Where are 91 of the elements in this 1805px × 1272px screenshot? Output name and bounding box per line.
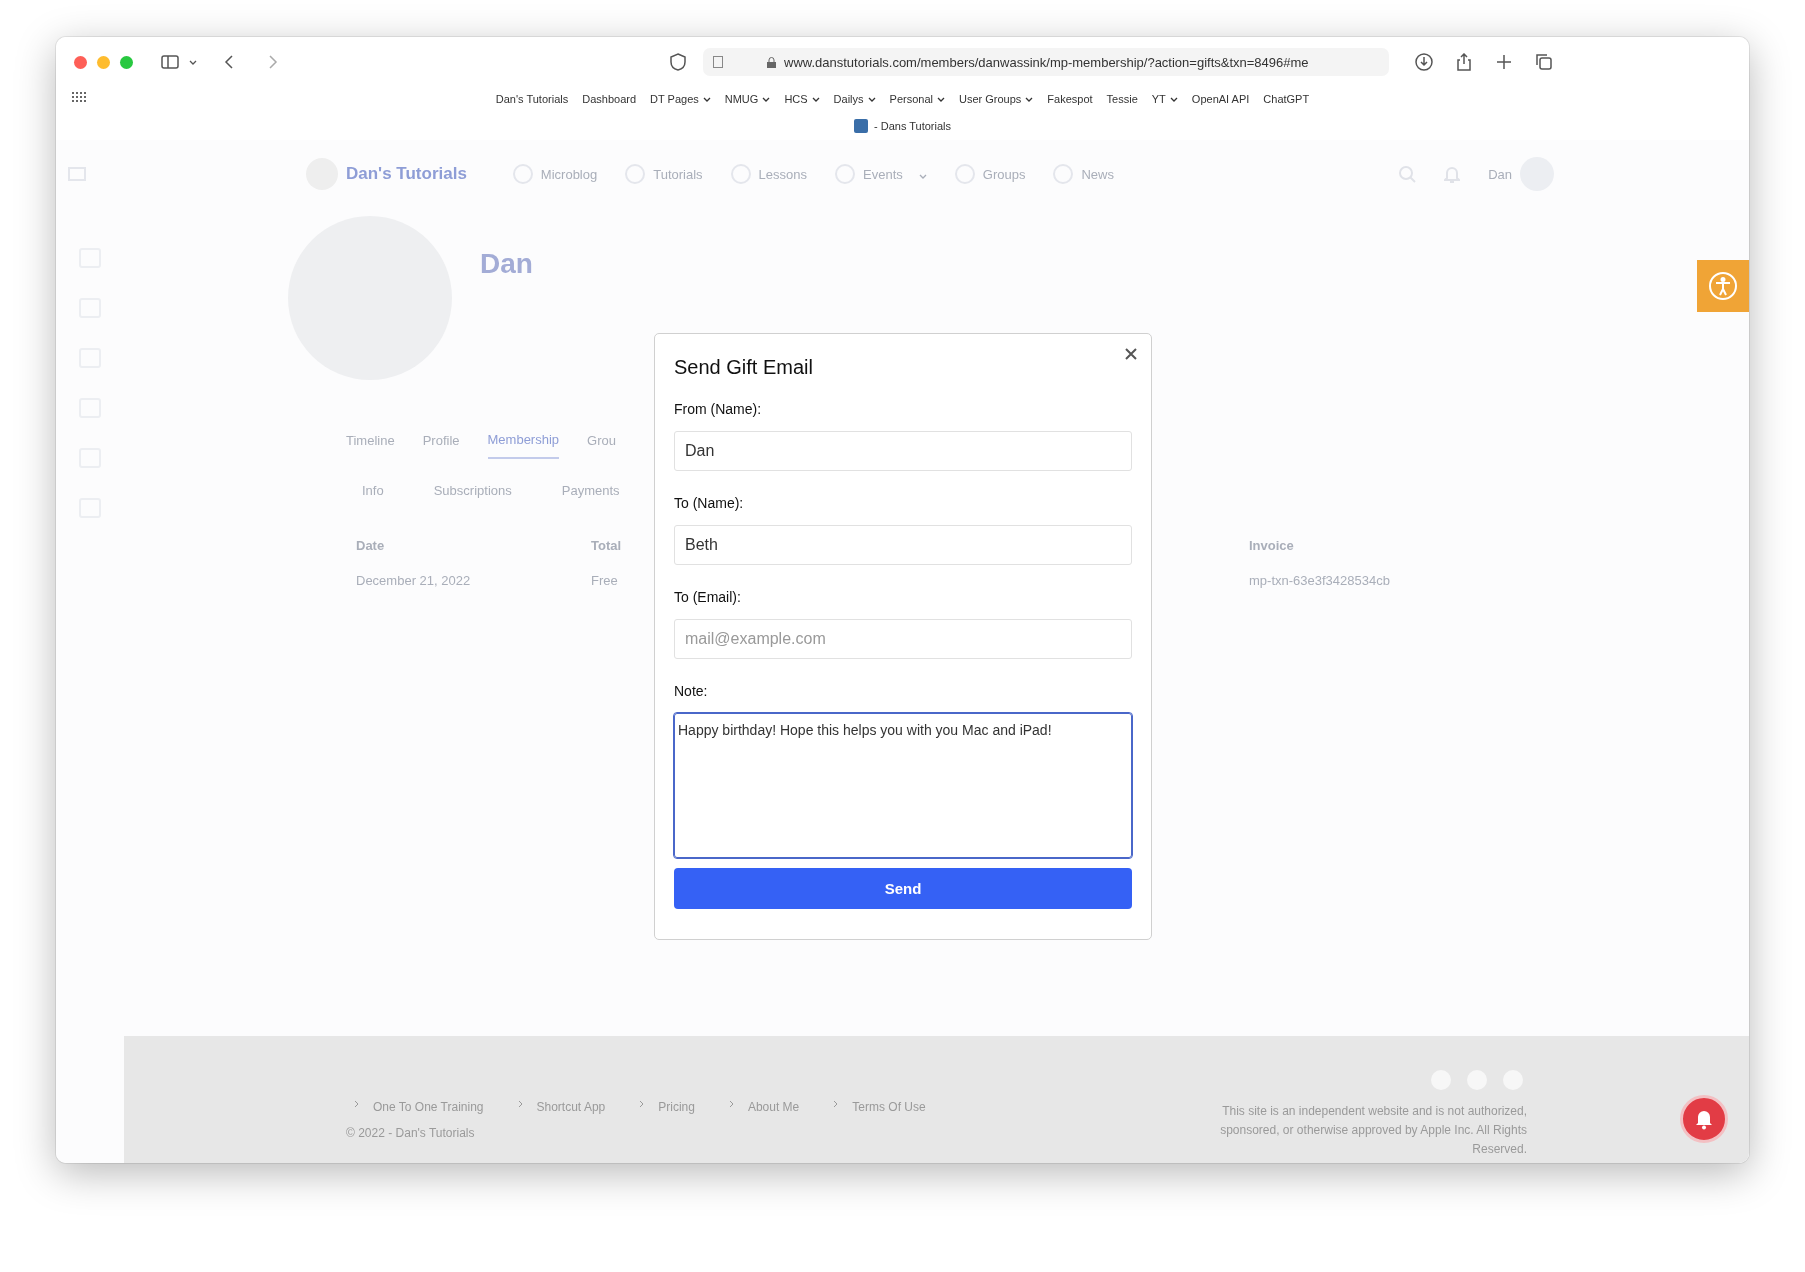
shield-icon[interactable] (669, 53, 687, 71)
caret-icon (811, 96, 820, 102)
table-cell: December 21, 2022 (356, 573, 471, 588)
column-header: Invoice (1249, 538, 1294, 553)
footer-link[interactable]: Shortcut App (536, 1100, 606, 1114)
caret-icon (918, 173, 927, 179)
subtab[interactable]: Info (362, 483, 384, 498)
apps-grid-icon[interactable] (72, 92, 86, 102)
bookmark-item[interactable]: Personal (889, 93, 945, 105)
disclaimer-text: This site is an independent website and is not authorized, sponsored, or otherwise approved by Apple Inc. All Rights Reserved. (1219, 1103, 1527, 1158)
url-text: www.danstutorials.com/members/danwassink/mp-membership/?action=gifts&txn=8496#me (784, 54, 1309, 70)
nav-icon (835, 164, 855, 184)
lock-icon (767, 56, 776, 68)
tabs-overview-icon[interactable] (1535, 53, 1553, 71)
profile-tab[interactable]: Membership (487, 432, 560, 459)
caret-icon (867, 96, 876, 102)
chevron-icon (517, 1100, 523, 1108)
nav-icon (1053, 164, 1074, 184)
nav-item[interactable]: Tutorials (625, 164, 703, 184)
site-logo-text[interactable]: Dan's Tutorials (346, 164, 467, 184)
subtab[interactable]: Payments (561, 483, 620, 498)
search-icon[interactable] (1398, 165, 1417, 183)
field-label: To (Name): (674, 495, 745, 511)
table-cell: Free (591, 573, 618, 588)
caret-icon (1025, 96, 1034, 102)
copyright-text: © 2022 - Dan's Tutorials (346, 1126, 475, 1140)
column-header: Total (591, 538, 622, 553)
chevron-icon (639, 1100, 645, 1108)
address-bar[interactable]: www.danstutorials.com/members/danwassink/mp-membership/?action=gifts&txn=8496#me (703, 48, 1389, 76)
caret-icon (937, 96, 945, 102)
nav-icon (954, 164, 975, 184)
caret-icon (189, 59, 197, 65)
bookmark-item[interactable]: Tessie (1106, 93, 1138, 105)
nav-item[interactable]: Lessons (730, 164, 807, 184)
profile-tab[interactable]: Profile (422, 432, 460, 459)
bookmark-item[interactable]: User Groups (959, 93, 1034, 105)
dialog-title: Send Gift Email (674, 356, 814, 379)
input-field[interactable]: Beth (674, 525, 1132, 565)
nav-item[interactable]: Events (835, 164, 927, 184)
tab-title[interactable]: - Dans Tutorials (874, 119, 951, 132)
chevron-icon (354, 1100, 359, 1108)
caret-icon (762, 96, 771, 102)
column-header: Date (356, 538, 385, 553)
bookmark-item[interactable]: OpenAI API (1191, 93, 1250, 105)
nav-item[interactable]: News (1053, 164, 1114, 184)
send-button[interactable]: Send (674, 868, 1132, 909)
field-label: Note: (674, 683, 709, 699)
page-icon (713, 56, 723, 68)
bookmark-item[interactable]: Fakespot (1047, 93, 1093, 105)
sidebar-icon[interactable] (161, 53, 179, 71)
nav-item[interactable]: Microblog (512, 164, 598, 184)
accessibility-icon[interactable] (1697, 260, 1749, 312)
nav-icon (512, 164, 533, 184)
subtab[interactable]: Subscriptions (433, 483, 512, 498)
sidebar-toggle-icon[interactable] (68, 167, 86, 181)
bookmark-item[interactable]: ChatGPT (1263, 93, 1310, 105)
footer-link[interactable]: Terms Of Use (852, 1100, 926, 1114)
footer-link[interactable]: Pricing (658, 1100, 695, 1114)
zoom-window-button[interactable] (120, 55, 133, 69)
bookmark-item[interactable]: DT Pages (650, 93, 711, 105)
profile-tab[interactable]: Timeline (346, 432, 395, 459)
minimize-window-button[interactable] (97, 55, 110, 69)
bookmark-item[interactable]: Dan's Tutorials (495, 93, 569, 105)
profile-name: Dan (480, 248, 533, 281)
user-name[interactable]: Dan (1488, 166, 1512, 182)
field-label: From (Name): (674, 401, 763, 417)
new-tab-icon[interactable] (1495, 53, 1513, 71)
nav-icon (730, 164, 751, 184)
bookmark-item[interactable]: NMUG (724, 93, 771, 105)
input-field[interactable]: mail@example.com (674, 619, 1132, 659)
nav-item[interactable]: Groups (954, 164, 1026, 184)
footer-link[interactable]: One To One Training (373, 1100, 484, 1114)
bookmark-item[interactable]: Dashboard (582, 93, 637, 105)
chevron-icon (728, 1100, 734, 1108)
field-label: To (Email): (674, 589, 742, 605)
download-icon[interactable] (1415, 53, 1433, 71)
bookmark-item[interactable]: HCS (784, 93, 820, 105)
footer-link[interactable]: About Me (747, 1100, 800, 1114)
nav-icon (625, 164, 646, 184)
profile-tab[interactable]: Grou (587, 432, 616, 459)
table-cell: mp-txn-63e3f3428534cb (1249, 573, 1390, 588)
bookmark-item[interactable]: Dailys (833, 93, 876, 105)
chevron-icon (833, 1100, 839, 1108)
bookmark-item[interactable]: YT (1151, 93, 1178, 105)
favicon-icon (854, 118, 868, 133)
caret-icon (1169, 96, 1178, 102)
caret-icon (702, 96, 711, 102)
input-field[interactable]: Dan (674, 431, 1132, 471)
share-icon[interactable] (1455, 53, 1473, 71)
close-window-button[interactable] (74, 55, 87, 69)
note-field[interactable]: Happy birthday! Hope this helps you with you Mac and iPad! (674, 713, 1132, 858)
